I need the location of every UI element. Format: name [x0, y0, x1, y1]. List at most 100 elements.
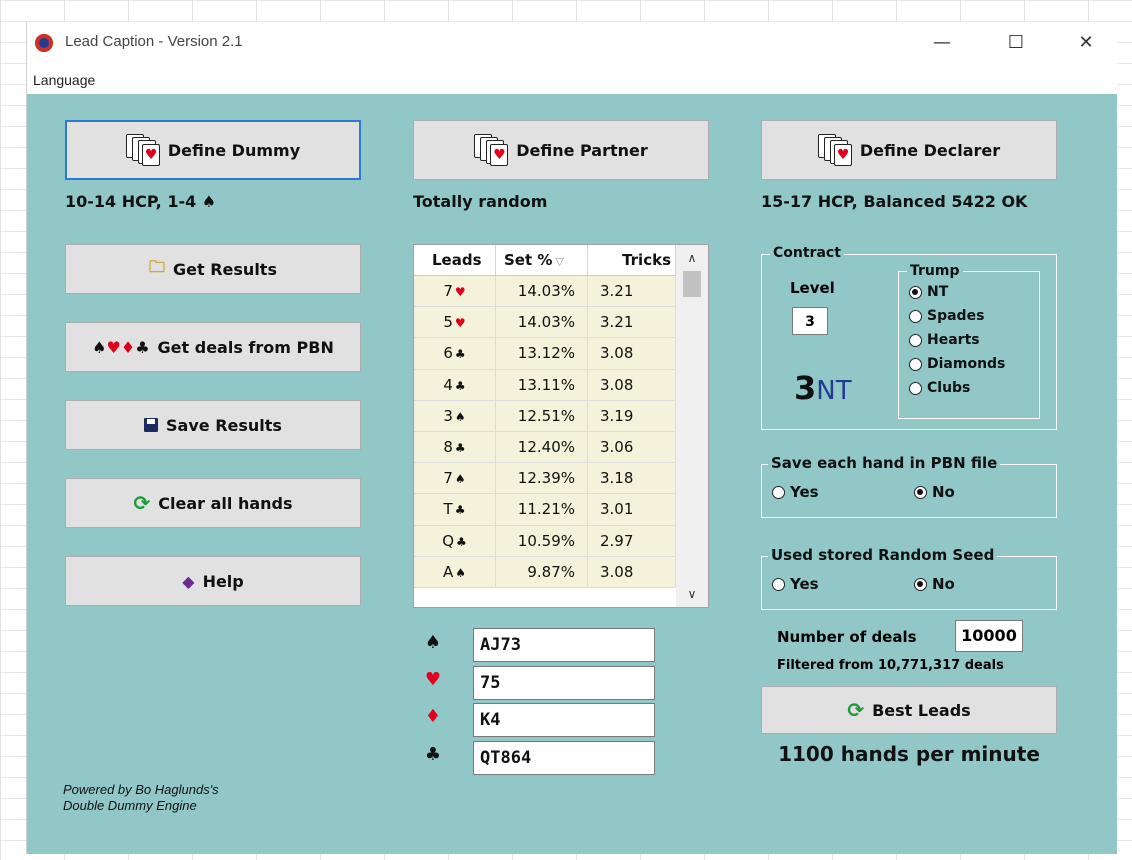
- lead-suit-icon: ♥: [454, 285, 466, 299]
- window-title: Lead Caption - Version 2.1: [65, 33, 243, 50]
- define-partner-label: Define Partner: [516, 140, 648, 160]
- random-seed-no-radio[interactable]: No: [914, 575, 955, 593]
- dummy-description: 10-14 HCP, 1-4 ♠: [65, 192, 217, 211]
- app-logo-icon: [35, 34, 53, 52]
- lead-rank: A: [442, 562, 454, 581]
- lead-rank: 4: [443, 375, 453, 394]
- get-deals-pbn-button[interactable]: ♠♥♦♣ Get deals from PBN: [65, 322, 361, 372]
- set-pct-cell: 11.21%: [496, 494, 588, 525]
- lead-rank: 3: [443, 406, 453, 425]
- save-results-button[interactable]: Save Results: [65, 400, 361, 450]
- table-row[interactable]: T ♣ 11.21% 3.01: [414, 494, 676, 526]
- radio-circle: [772, 577, 785, 591]
- radio-circle: [914, 485, 927, 499]
- trump-radio-hearts[interactable]: Hearts: [909, 332, 980, 348]
- table-row[interactable]: 3 ♠ 12.51% 3.19: [414, 400, 676, 432]
- minimize-button[interactable]: —: [919, 28, 965, 58]
- lead-cell: Q ♣: [414, 525, 496, 556]
- define-dummy-button[interactable]: Define Dummy: [65, 120, 361, 180]
- best-leads-button[interactable]: ⟳ Best Leads: [761, 686, 1057, 734]
- trump-radio-diamonds[interactable]: Diamonds: [909, 356, 1005, 372]
- refresh-icon: ⟳: [133, 491, 151, 515]
- clubs-hand-input[interactable]: QT864: [473, 741, 655, 775]
- radio-label: No: [932, 483, 955, 501]
- lead-suit-icon: ♣: [454, 440, 466, 455]
- credit-line-2: Double Dummy Engine: [63, 798, 197, 813]
- trump-radio-clubs[interactable]: Clubs: [909, 380, 970, 396]
- table-row[interactable]: Q ♣ 10.59% 2.97: [414, 525, 676, 557]
- contract-label: Contract: [770, 245, 844, 261]
- lead-suit-icon: ♣: [454, 347, 466, 362]
- trump-group: Trump NT Spades Hearts Diamonds Clubs: [898, 263, 1040, 419]
- random-seed-yes-radio[interactable]: Yes: [772, 575, 819, 593]
- diamonds-hand-input[interactable]: K4: [473, 703, 655, 737]
- contract-group: Contract Level 3 3NT Trump NT Spades Heart…: [761, 245, 1057, 430]
- get-results-button[interactable]: 🗀 Get Results: [65, 244, 361, 294]
- help-button[interactable]: ◆ Help: [65, 556, 361, 606]
- help-label: Help: [202, 571, 244, 591]
- lead-cell: 8 ♣: [414, 431, 496, 463]
- contract-level-text: 3: [794, 369, 817, 407]
- table-row[interactable]: 5 ♥ 14.03% 3.21: [414, 307, 676, 339]
- scroll-down-arrow-icon[interactable]: ∨: [676, 583, 708, 605]
- menu-language[interactable]: Language: [33, 72, 95, 88]
- lead-suit-icon: ♠: [454, 409, 466, 424]
- lead-cell: 4 ♣: [414, 369, 496, 400]
- tricks-cell: 3.01: [588, 494, 676, 525]
- table-row[interactable]: A ♠ 9.87% 3.08: [414, 556, 676, 588]
- save-pbn-yes-radio[interactable]: Yes: [772, 483, 819, 501]
- clear-all-hands-label: Clear all hands: [158, 493, 293, 513]
- club-suit-icon: ♣: [424, 744, 442, 765]
- close-button[interactable]: ✕: [1063, 28, 1109, 58]
- column-header-leads[interactable]: Leads: [414, 245, 496, 275]
- number-of-deals-label: Number of deals: [777, 628, 917, 646]
- spade-suit-icon: ♠: [424, 632, 442, 653]
- playing-cards-icon: [474, 134, 509, 166]
- scroll-thumb[interactable]: [683, 271, 701, 297]
- random-seed-group: Used stored Random Seed Yes No: [761, 546, 1057, 610]
- table-row[interactable]: 7 ♥ 14.03% 3.21: [414, 276, 676, 308]
- set-pct-cell: 14.03%: [496, 276, 588, 307]
- trump-radio-spades[interactable]: Spades: [909, 308, 984, 324]
- lead-cell: 7 ♠: [414, 463, 496, 494]
- define-declarer-button[interactable]: Define Declarer: [761, 120, 1057, 180]
- radio-circle: [909, 381, 922, 395]
- set-pct-label: Set %: [504, 251, 553, 269]
- column-header-set-pct[interactable]: Set % ▽: [496, 245, 588, 275]
- set-pct-cell: 12.40%: [496, 431, 588, 463]
- radio-circle: [914, 577, 927, 591]
- hearts-hand-input[interactable]: 75: [473, 666, 655, 700]
- level-input[interactable]: 3: [792, 307, 828, 335]
- grid-scrollbar[interactable]: ∧ ∨: [676, 245, 708, 607]
- trump-radio-nt[interactable]: NT: [909, 284, 948, 300]
- column-header-tricks[interactable]: Tricks: [588, 245, 676, 275]
- table-row[interactable]: 6 ♣ 13.12% 3.08: [414, 338, 676, 370]
- save-pbn-no-radio[interactable]: No: [914, 483, 955, 501]
- filtered-deals-text: Filtered from 10,771,317 deals: [777, 658, 1004, 673]
- radio-label: Spades: [927, 308, 985, 324]
- lead-cell: 3 ♠: [414, 400, 496, 431]
- spades-hand-input[interactable]: AJ73: [473, 628, 655, 662]
- main-panel: Define Dummy Define Partner Define Decla…: [27, 94, 1117, 854]
- radio-circle: [909, 357, 922, 371]
- set-pct-cell: 13.12%: [496, 338, 588, 369]
- lead-rank: 7: [443, 469, 453, 488]
- lead-cell: 6 ♣: [414, 338, 496, 369]
- table-row[interactable]: 7 ♠ 12.39% 3.18: [414, 463, 676, 495]
- table-row[interactable]: 8 ♣ 12.40% 3.06: [414, 431, 676, 464]
- clear-all-hands-button[interactable]: ⟳ Clear all hands: [65, 478, 361, 528]
- set-pct-cell: 10.59%: [496, 525, 588, 556]
- results-grid[interactable]: Leads Set % ▽ Tricks 7 ♥ 14.03% 3.21 5 ♥ 14.03%…: [413, 244, 709, 608]
- scroll-up-arrow-icon[interactable]: ∧: [676, 247, 708, 269]
- maximize-button[interactable]: ☐: [993, 28, 1039, 58]
- tricks-cell: 3.08: [588, 369, 676, 400]
- define-partner-button[interactable]: Define Partner: [413, 120, 709, 180]
- radio-circle: [772, 485, 785, 499]
- number-of-deals-input[interactable]: 10000: [955, 620, 1023, 652]
- tricks-cell: 3.06: [588, 431, 676, 463]
- save-pbn-group: Save each hand in PBN file Yes No: [761, 454, 1057, 518]
- contract-display: 3NT: [794, 371, 852, 408]
- table-row[interactable]: 4 ♣ 13.11% 3.08: [414, 369, 676, 401]
- cards-fan-icon: ♠♥♦♣: [92, 337, 150, 357]
- tricks-cell: 3.18: [588, 463, 676, 494]
